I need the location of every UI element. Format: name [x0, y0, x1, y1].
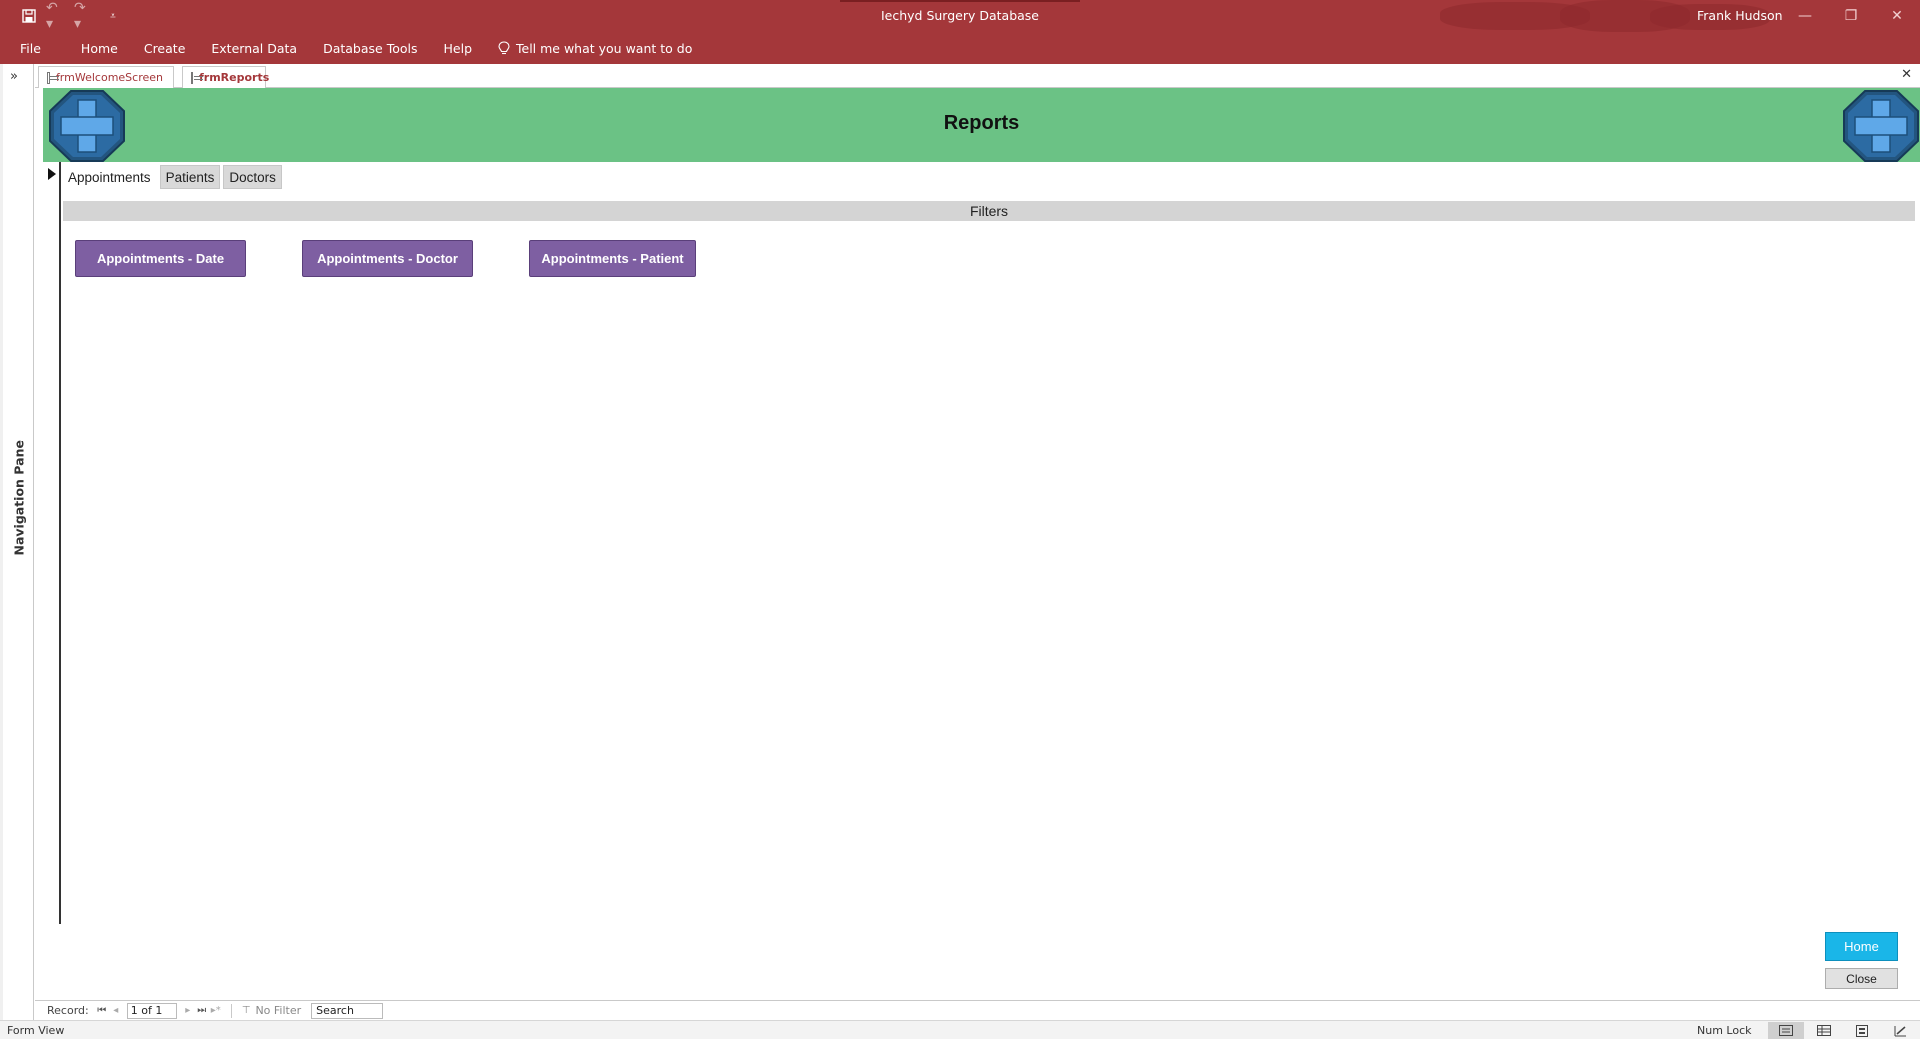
document-tabs: frmWelcomeScreen frmReports ✕ — [35, 64, 1920, 88]
appointments-date-button[interactable]: Appointments - Date — [75, 240, 246, 277]
ribbon-tabs: File Home Create External Data Database … — [0, 32, 1920, 64]
form-frmreports: Reports Appointments Patients Doctors Fi… — [35, 88, 1920, 1000]
restore-icon[interactable]: ❐ — [1828, 0, 1874, 32]
status-bar: Form View Num Lock — [0, 1020, 1920, 1039]
navigation-pane-label[interactable]: Navigation Pane — [12, 440, 27, 555]
tell-me-label: Tell me what you want to do — [516, 40, 693, 56]
ribbon-tab-database-tools[interactable]: Database Tools — [323, 41, 417, 56]
search-input[interactable]: Search — [311, 1002, 384, 1019]
ribbon-tab-help[interactable]: Help — [444, 41, 473, 56]
user-name[interactable]: Frank Hudson — [1697, 8, 1783, 23]
layout-view-icon[interactable] — [1844, 1022, 1880, 1039]
ribbon-tab-external-data[interactable]: External Data — [211, 41, 297, 56]
tell-me-box[interactable]: Tell me what you want to do — [498, 41, 692, 56]
form-view-icon[interactable] — [1768, 1022, 1804, 1039]
form-icon — [47, 71, 59, 84]
home-button[interactable]: Home — [1825, 932, 1898, 961]
next-record-icon[interactable]: ▸ — [181, 1005, 195, 1016]
report-category-tabs: Appointments Patients Doctors — [62, 165, 282, 189]
close-icon[interactable]: ✕ — [1874, 0, 1920, 32]
ribbon-tab-home[interactable]: Home — [81, 41, 118, 56]
tab-doctors[interactable]: Doctors — [223, 165, 282, 189]
window-title: Iechyd Surgery Database — [880, 8, 1040, 23]
tab-appointments[interactable]: Appointments — [62, 165, 157, 189]
surgery-logo — [1843, 90, 1919, 162]
expand-nav-icon[interactable]: » — [10, 69, 18, 84]
form-icon — [191, 71, 203, 84]
record-selector[interactable] — [35, 162, 61, 924]
first-record-icon[interactable]: ⏮ — [95, 1005, 109, 1016]
separator — [230, 1003, 232, 1018]
record-label: Record: — [47, 1004, 89, 1017]
record-position-input[interactable]: 1 of 1 — [126, 1002, 177, 1019]
new-record-icon[interactable]: ▸* — [209, 1005, 223, 1016]
ribbon-tab-file[interactable]: File — [20, 41, 41, 56]
page-title: Reports — [943, 112, 1020, 134]
tab-frmreports[interactable]: frmReports — [182, 66, 270, 88]
datasheet-view-icon[interactable] — [1806, 1022, 1842, 1039]
record-navigation-bar: Record: ⏮ ◂ 1 of 1 ▸ ⏭ ▸* ⊤ No Filter Se… — [35, 1000, 1920, 1020]
lightbulb-icon — [498, 40, 510, 54]
tab-patients[interactable]: Patients — [159, 165, 221, 189]
filter-icon: ⊤ — [241, 1005, 251, 1016]
close-document-icon[interactable]: ✕ — [1901, 67, 1912, 82]
current-record-arrow-icon — [48, 168, 56, 180]
tab-label: frmWelcomeScreen — [55, 71, 163, 84]
design-view-icon[interactable] — [1882, 1022, 1918, 1039]
num-lock-indicator: Num Lock — [1697, 1024, 1752, 1037]
tab-frmwelcomescreen[interactable]: frmWelcomeScreen — [38, 66, 174, 88]
close-button[interactable]: Close — [1825, 968, 1898, 989]
navigation-pane: » Navigation Pane — [0, 64, 34, 1021]
appointments-patient-button[interactable]: Appointments - Patient — [529, 240, 696, 277]
filters-label: Filters — [63, 201, 1915, 221]
tab-label: frmReports — [199, 71, 270, 84]
filter-toggle[interactable]: ⊤ No Filter — [242, 1004, 301, 1017]
view-mode-label: Form View — [7, 1024, 65, 1037]
title-accent — [840, 0, 1080, 2]
appointments-doctor-button[interactable]: Appointments - Doctor — [302, 240, 473, 277]
form-header: Reports — [43, 88, 1920, 162]
filter-status: No Filter — [255, 1004, 302, 1017]
previous-record-icon[interactable]: ◂ — [109, 1005, 123, 1016]
ribbon-tab-create[interactable]: Create — [144, 41, 186, 56]
title-bar: ↶ ▾ ↷ ▾ ⩡ Iechyd Surgery Database Frank … — [0, 0, 1920, 32]
last-record-icon[interactable]: ⏭ — [195, 1005, 209, 1016]
minimize-icon[interactable]: — — [1782, 0, 1828, 32]
